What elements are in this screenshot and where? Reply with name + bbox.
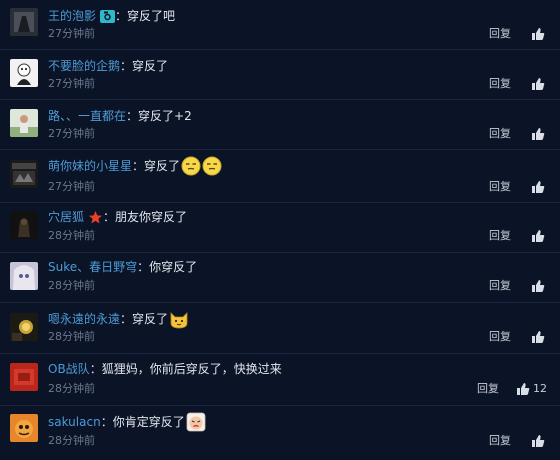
like-icon[interactable]	[531, 127, 545, 141]
username[interactable]: 嗯永遠的永遠	[48, 311, 120, 327]
smug-face-emoji-icon	[202, 156, 222, 176]
comment-text: 朋友你穿反了	[115, 210, 188, 224]
comment-text: 穿反了	[132, 59, 169, 73]
avatar[interactable]	[10, 313, 38, 341]
username[interactable]: 萌你妹的小星星	[48, 158, 132, 174]
like-icon[interactable]	[516, 382, 530, 396]
comment-text: 穿反了	[144, 159, 181, 173]
comment-row: 嗯永遠的永遠 ： 穿反了 28分钟前 回复	[0, 303, 560, 354]
comment-text: 穿反了	[132, 312, 169, 326]
cat-face-emoji-icon	[169, 309, 189, 329]
timestamp: 27分钟前	[48, 27, 95, 40]
timestamp: 28分钟前	[48, 434, 95, 447]
reply-button[interactable]: 回复	[489, 434, 511, 448]
reply-button[interactable]: 回复	[489, 330, 511, 344]
reply-button[interactable]: 回复	[489, 77, 511, 91]
username[interactable]: 王的泡影	[48, 8, 96, 24]
timestamp: 28分钟前	[48, 279, 95, 292]
comment-text: 你肯定穿反了	[112, 415, 185, 429]
comment-text: 穿反了吧	[127, 9, 176, 23]
reply-button[interactable]: 回复	[489, 127, 511, 141]
timestamp: 28分钟前	[48, 382, 95, 395]
avatar[interactable]	[10, 109, 38, 137]
comment-row: 王的泡影 ： 穿反了吧 27分钟前 回复	[0, 0, 560, 50]
reply-button[interactable]: 回复	[477, 382, 499, 396]
comment-row: Suke、春日野穹 ： 你穿反了 28分钟前 回复	[0, 253, 560, 303]
reply-button[interactable]: 回复	[489, 279, 511, 293]
comment-list: 王的泡影 ： 穿反了吧 27分钟前 回复 不要脸的企鹅 ： 穿反了 27分钟前 …	[0, 0, 560, 460]
comment-text: 狐狸妈，你前后穿反了，快换过来	[101, 362, 282, 376]
timestamp: 27分钟前	[48, 180, 95, 193]
like-icon[interactable]	[531, 279, 545, 293]
comment-row: sakulacn ： 你肯定穿反了 28分钟前 回复	[0, 406, 560, 460]
username[interactable]: sakulacn	[48, 414, 101, 430]
avatar[interactable]	[10, 414, 38, 442]
avatar[interactable]	[10, 59, 38, 87]
avatar[interactable]	[10, 160, 38, 188]
comment-row: 不要脸的企鹅 ： 穿反了 27分钟前 回复	[0, 50, 560, 100]
camera-icon	[100, 9, 116, 23]
reply-button[interactable]: 回复	[489, 27, 511, 41]
star-badge-icon	[88, 210, 103, 224]
comment-row: 萌你妹的小星星 ： 穿反了 27分钟前 回复	[0, 150, 560, 203]
avatar[interactable]	[10, 211, 38, 239]
avatar[interactable]	[10, 8, 38, 36]
like-icon[interactable]	[531, 330, 545, 344]
like-icon[interactable]	[531, 180, 545, 194]
like-icon[interactable]	[531, 434, 545, 448]
avatar[interactable]	[10, 363, 38, 391]
comment-row: OB战队 ： 狐狸妈，你前后穿反了，快换过来 28分钟前 回复 12	[0, 354, 560, 406]
username[interactable]: OB战队	[48, 361, 90, 377]
like-icon[interactable]	[531, 229, 545, 243]
avatar[interactable]	[10, 262, 38, 290]
smug-face-emoji-icon	[181, 156, 201, 176]
username[interactable]: 路、、一直都在	[48, 108, 126, 124]
username[interactable]: Suke、春日野穹	[48, 259, 137, 275]
comment-row: 路、、一直都在 ： 穿反了+2 27分钟前 回复	[0, 100, 560, 150]
crying-face-emoji-icon	[186, 412, 206, 432]
comment-text: 穿反了+2	[138, 109, 192, 123]
timestamp: 28分钟前	[48, 229, 95, 242]
like-count: 12	[533, 382, 547, 395]
comment-text: 你穿反了	[149, 260, 198, 274]
like-icon[interactable]	[531, 77, 545, 91]
timestamp: 28分钟前	[48, 330, 95, 343]
reply-button[interactable]: 回复	[489, 229, 511, 243]
comment-row: 穴居狐 ： 朋友你穿反了 28分钟前 回复	[0, 203, 560, 253]
like-icon[interactable]	[531, 27, 545, 41]
reply-button[interactable]: 回复	[489, 180, 511, 194]
timestamp: 27分钟前	[48, 127, 95, 140]
timestamp: 27分钟前	[48, 77, 95, 90]
username[interactable]: 穴居狐	[48, 209, 84, 225]
username[interactable]: 不要脸的企鹅	[48, 58, 120, 74]
